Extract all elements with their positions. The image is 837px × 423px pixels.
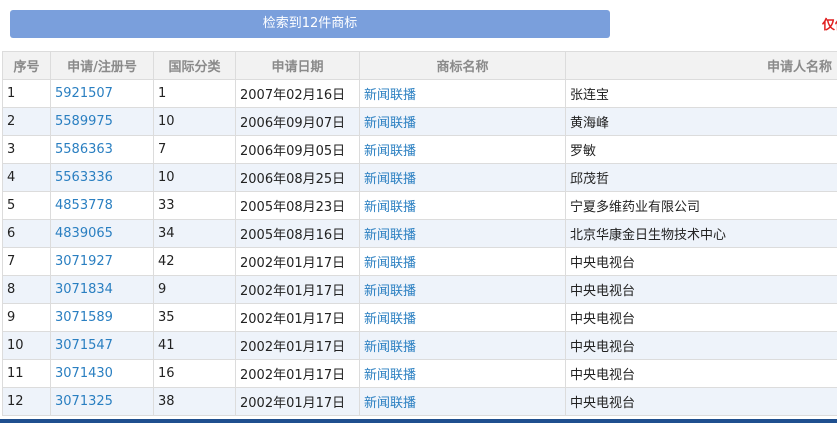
reg-number-link[interactable]: 3071927	[50, 247, 154, 276]
mark-name-link[interactable]: 新闻联播	[359, 275, 566, 304]
table-row: 8 3071834 9 2002年01月17日 新闻联播 中央电视台	[2, 275, 837, 304]
table-row: 1 5921507 1 2007年02月16日 新闻联播 张连宝	[2, 79, 837, 108]
table-row: 12 3071325 38 2002年01月17日 新闻联播 中央电视台	[2, 387, 837, 416]
reg-number-link[interactable]: 3071834	[50, 275, 154, 304]
table-row: 5 4853778 33 2005年08月23日 新闻联播 宁夏多维药业有限公司	[2, 191, 837, 220]
reg-number-link[interactable]: 4853778	[50, 191, 154, 220]
header-date: 申请日期	[235, 51, 360, 80]
serial-cell: 6	[2, 219, 51, 248]
date-cell: 2006年09月05日	[235, 135, 360, 164]
table-row: 11 3071430 16 2002年01月17日 新闻联播 中央电视台	[2, 359, 837, 388]
reg-number-link[interactable]: 3071547	[50, 331, 154, 360]
serial-cell: 7	[2, 247, 51, 276]
applicant-cell: 中央电视台	[565, 359, 837, 388]
date-cell: 2002年01月17日	[235, 275, 360, 304]
class-cell: 7	[153, 135, 236, 164]
serial-cell: 8	[2, 275, 51, 304]
applicant-cell: 黄海峰	[565, 107, 837, 136]
mark-name-link[interactable]: 新闻联播	[359, 163, 566, 192]
table-row: 9 3071589 35 2002年01月17日 新闻联播 中央电视台	[2, 303, 837, 332]
class-cell: 41	[153, 331, 236, 360]
header-serial: 序号	[2, 51, 51, 80]
serial-cell: 12	[2, 387, 51, 416]
class-cell: 10	[153, 107, 236, 136]
serial-cell: 10	[2, 331, 51, 360]
class-cell: 9	[153, 275, 236, 304]
mark-name-link[interactable]: 新闻联播	[359, 387, 566, 416]
table-row: 6 4839065 34 2005年08月16日 新闻联播 北京华康金日生物技术中心	[2, 219, 837, 248]
date-cell: 2005年08月16日	[235, 219, 360, 248]
reg-number-link[interactable]: 5586363	[50, 135, 154, 164]
mark-name-link[interactable]: 新闻联播	[359, 247, 566, 276]
mark-name-link[interactable]: 新闻联播	[359, 191, 566, 220]
bottom-bar	[0, 419, 837, 423]
trademark-results-table: 序号 申请/注册号 国际分类 申请日期 商标名称 申请人名称 1 5921507 1…	[2, 51, 837, 416]
reg-number-link[interactable]: 5563336	[50, 163, 154, 192]
header-class: 国际分类	[153, 51, 236, 80]
mark-name-link[interactable]: 新闻联播	[359, 219, 566, 248]
applicant-cell: 中央电视台	[565, 387, 837, 416]
applicant-cell: 中央电视台	[565, 303, 837, 332]
serial-cell: 5	[2, 191, 51, 220]
date-cell: 2006年08月25日	[235, 163, 360, 192]
class-cell: 42	[153, 247, 236, 276]
applicant-cell: 中央电视台	[565, 247, 837, 276]
serial-cell: 9	[2, 303, 51, 332]
mark-name-link[interactable]: 新闻联播	[359, 359, 566, 388]
reg-number-link[interactable]: 5921507	[50, 79, 154, 108]
date-cell: 2002年01月17日	[235, 303, 360, 332]
header-reg-number: 申请/注册号	[50, 51, 154, 80]
date-cell: 2002年01月17日	[235, 331, 360, 360]
results-toolbar: 检索到12件商标 仅供	[0, 0, 837, 50]
trademark-search-results-page: 检索到12件商标 仅供 序号 申请/注册号 国际分类 申请日期 商标名称 申请人…	[0, 0, 837, 423]
serial-cell: 2	[2, 107, 51, 136]
result-count-banner[interactable]: 检索到12件商标	[10, 10, 610, 38]
reg-number-link[interactable]: 4839065	[50, 219, 154, 248]
applicant-cell: 邱茂哲	[565, 163, 837, 192]
class-cell: 35	[153, 303, 236, 332]
serial-cell: 11	[2, 359, 51, 388]
table-row: 10 3071547 41 2002年01月17日 新闻联播 中央电视台	[2, 331, 837, 360]
applicant-cell: 宁夏多维药业有限公司	[565, 191, 837, 220]
date-cell: 2002年01月17日	[235, 359, 360, 388]
mark-name-link[interactable]: 新闻联播	[359, 135, 566, 164]
date-cell: 2006年09月07日	[235, 107, 360, 136]
applicant-cell: 张连宝	[565, 79, 837, 108]
mark-name-link[interactable]: 新闻联播	[359, 303, 566, 332]
mark-name-link[interactable]: 新闻联播	[359, 107, 566, 136]
serial-cell: 3	[2, 135, 51, 164]
class-cell: 1	[153, 79, 236, 108]
reg-number-link[interactable]: 3071325	[50, 387, 154, 416]
applicant-cell: 北京华康金日生物技术中心	[565, 219, 837, 248]
table-header-row: 序号 申请/注册号 国际分类 申请日期 商标名称 申请人名称	[2, 51, 837, 80]
serial-cell: 1	[2, 79, 51, 108]
reg-number-link[interactable]: 3071589	[50, 303, 154, 332]
date-cell: 2007年02月16日	[235, 79, 360, 108]
table-row: 3 5586363 7 2006年09月05日 新闻联播 罗敏	[2, 135, 837, 164]
date-cell: 2002年01月17日	[235, 247, 360, 276]
header-applicant: 申请人名称	[565, 51, 837, 80]
table-row: 4 5563336 10 2006年08月25日 新闻联播 邱茂哲	[2, 163, 837, 192]
class-cell: 16	[153, 359, 236, 388]
applicant-cell: 罗敏	[565, 135, 837, 164]
date-cell: 2005年08月23日	[235, 191, 360, 220]
mark-name-link[interactable]: 新闻联播	[359, 331, 566, 360]
applicant-cell: 中央电视台	[565, 331, 837, 360]
results-body: 1 5921507 1 2007年02月16日 新闻联播 张连宝 2 5589975 10 200…	[2, 79, 837, 416]
class-cell: 10	[153, 163, 236, 192]
reg-number-link[interactable]: 5589975	[50, 107, 154, 136]
table-row: 2 5589975 10 2006年09月07日 新闻联播 黄海峰	[2, 107, 837, 136]
header-mark-name: 商标名称	[359, 51, 566, 80]
reg-number-link[interactable]: 3071430	[50, 359, 154, 388]
class-cell: 38	[153, 387, 236, 416]
table-row: 7 3071927 42 2002年01月17日 新闻联播 中央电视台	[2, 247, 837, 276]
applicant-cell: 中央电视台	[565, 275, 837, 304]
date-cell: 2002年01月17日	[235, 387, 360, 416]
class-cell: 33	[153, 191, 236, 220]
serial-cell: 4	[2, 163, 51, 192]
mark-name-link[interactable]: 新闻联播	[359, 79, 566, 108]
notice-text: 仅供	[822, 18, 837, 33]
class-cell: 34	[153, 219, 236, 248]
